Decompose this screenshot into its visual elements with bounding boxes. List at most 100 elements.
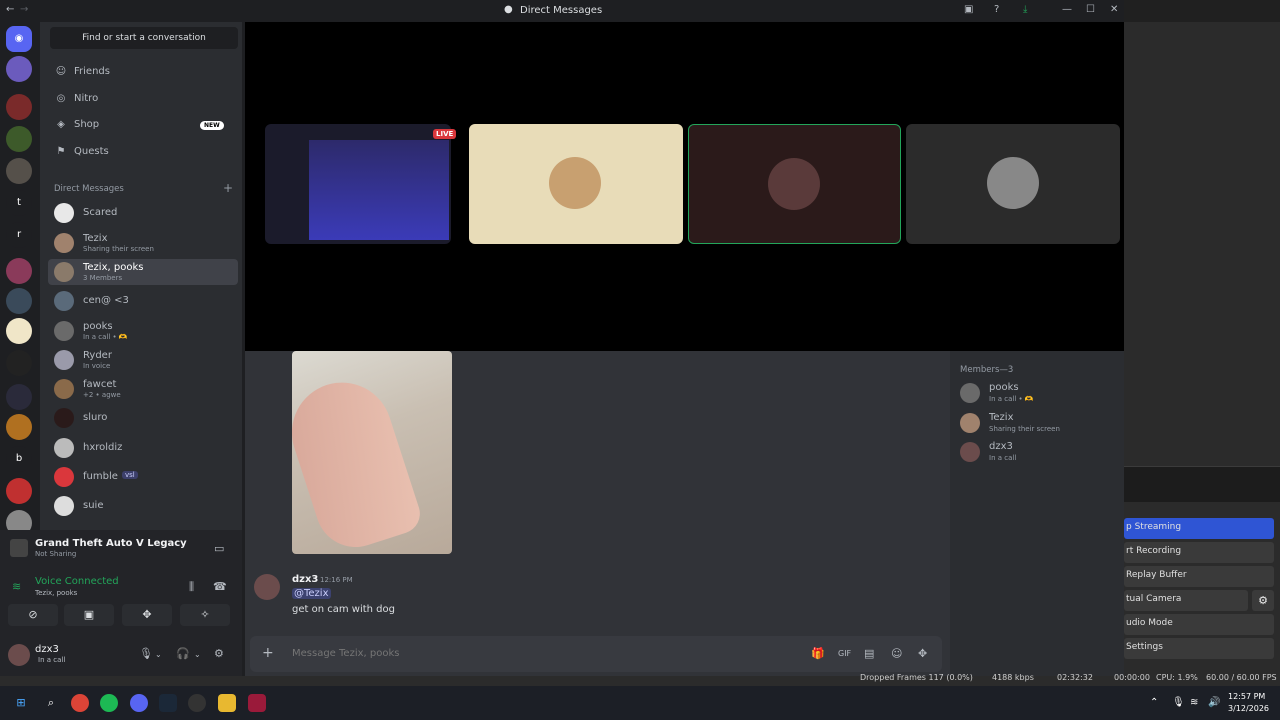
avatar[interactable]: [8, 644, 30, 666]
server-r-icon[interactable]: r: [6, 222, 32, 248]
windows-start-icon[interactable]: ⊞: [12, 694, 30, 712]
volume-icon[interactable]: 🔊: [1208, 697, 1220, 708]
wifi-icon[interactable]: ≋: [1190, 697, 1198, 708]
search-icon[interactable]: ⌕: [42, 694, 60, 712]
activities-button[interactable]: ✥: [122, 604, 172, 626]
dm-item-ryder[interactable]: Ryder In voice: [48, 347, 238, 373]
dm-item-fumble[interactable]: fumble vsl: [48, 464, 238, 490]
dm-item-tezix-pooks[interactable]: Tezix, pooks 3 Members: [48, 259, 238, 285]
disconnect-icon[interactable]: ☎: [213, 580, 227, 593]
forward-icon[interactable]: →: [20, 4, 28, 15]
noise-suppression-icon[interactable]: ⫼: [189, 580, 194, 594]
obs-studio-mode-button[interactable]: udio Mode: [1124, 614, 1274, 635]
dm-item-suie[interactable]: suie: [48, 493, 238, 519]
cpu-usage: CPU: 1.9%: [1156, 673, 1198, 682]
clock-time[interactable]: 12:57 PM: [1228, 692, 1265, 701]
microphone-icon[interactable]: 🎙: [139, 647, 153, 660]
avatar[interactable]: [254, 574, 280, 600]
user-mention[interactable]: @Tezix: [292, 588, 331, 599]
minimize-icon[interactable]: —: [1062, 4, 1072, 15]
steam-icon[interactable]: [159, 694, 177, 712]
share-screen-button[interactable]: ▣: [64, 604, 114, 626]
server-icon[interactable]: [6, 478, 32, 504]
chrome-icon[interactable]: [71, 694, 89, 712]
obs-replay-buffer-button[interactable]: Replay Buffer: [1124, 566, 1274, 587]
dm-item-tezix[interactable]: Tezix Sharing their screen: [48, 230, 238, 256]
nav-shop[interactable]: ◈ Shop: [54, 119, 99, 130]
server-icon[interactable]: [6, 288, 32, 314]
close-icon[interactable]: ✕: [1110, 4, 1118, 15]
file-explorer-icon[interactable]: [218, 694, 236, 712]
dm-name: pooks: [83, 321, 113, 332]
chevron-down-icon[interactable]: ⌄: [155, 650, 162, 659]
discord-home-icon[interactable]: ◉: [6, 26, 32, 52]
help-icon[interactable]: ?: [994, 4, 999, 15]
dm-item-pooks[interactable]: pooks In a call • 🫶: [48, 318, 238, 344]
avatar: [54, 438, 74, 458]
nav-friends[interactable]: ☺ Friends: [54, 66, 110, 77]
obs-taskbar-icon[interactable]: [188, 694, 206, 712]
server-icon[interactable]: [6, 318, 32, 344]
spotify-icon[interactable]: [100, 694, 118, 712]
participant-tile[interactable]: [906, 124, 1120, 244]
chevron-down-icon[interactable]: ⌄: [194, 650, 201, 659]
inbox-icon[interactable]: ▣: [964, 4, 973, 15]
app-icon[interactable]: [248, 694, 266, 712]
server-icon[interactable]: [6, 158, 32, 184]
dm-item-scared[interactable]: Scared: [48, 200, 238, 226]
member-item-tezix[interactable]: Tezix Sharing their screen: [958, 411, 1120, 437]
maximize-icon[interactable]: ☐: [1086, 4, 1095, 15]
nav-nitro[interactable]: ◎ Nitro: [54, 93, 99, 104]
dm-item-hxroldiz[interactable]: hxroldiz: [48, 435, 238, 461]
headphones-icon[interactable]: 🎧: [176, 647, 190, 660]
back-icon[interactable]: ←: [6, 4, 14, 15]
server-icon[interactable]: [6, 384, 32, 410]
obs-stop-streaming-button[interactable]: p Streaming: [1124, 518, 1274, 539]
find-conversation-button[interactable]: Find or start a conversation: [50, 27, 238, 49]
nav-label: Quests: [74, 146, 109, 157]
server-icon[interactable]: [6, 258, 32, 284]
chevron-up-icon[interactable]: ⌃: [1150, 697, 1158, 708]
gear-icon[interactable]: ⚙: [214, 647, 224, 660]
stream-tile[interactable]: [265, 124, 451, 244]
nav-quests[interactable]: ⚑ Quests: [54, 146, 109, 157]
gift-icon[interactable]: 🎁: [811, 647, 825, 660]
microphone-icon[interactable]: 🎙: [1172, 697, 1185, 708]
server-icon[interactable]: [6, 94, 32, 120]
participant-tile[interactable]: [469, 124, 683, 244]
server-t-icon[interactable]: t: [6, 190, 32, 216]
soundboard-button[interactable]: ✧: [180, 604, 230, 626]
server-icon[interactable]: [6, 126, 32, 152]
server-icon[interactable]: [6, 414, 32, 440]
obs-settings-button[interactable]: Settings: [1124, 638, 1274, 659]
obs-virtual-camera-button[interactable]: tual Camera: [1124, 590, 1248, 611]
attach-plus-icon[interactable]: +: [262, 645, 274, 661]
image-attachment[interactable]: [292, 351, 452, 554]
gif-icon[interactable]: GIF: [838, 649, 851, 658]
voice-connected-label[interactable]: Voice Connected: [35, 576, 119, 587]
camera-off-button[interactable]: ⊘: [8, 604, 58, 626]
download-icon[interactable]: ⤓: [1023, 4, 1027, 15]
apps-icon[interactable]: ✥: [918, 647, 927, 660]
message-input[interactable]: [292, 648, 742, 659]
dm-item-sluro[interactable]: sluro: [48, 405, 238, 431]
participant-tile-speaking[interactable]: [688, 124, 901, 244]
message-author[interactable]: dzx3: [292, 574, 318, 585]
server-icon[interactable]: [6, 350, 32, 376]
clock-date[interactable]: 3/12/2026: [1228, 704, 1269, 713]
sticker-icon[interactable]: ▤: [864, 647, 874, 660]
shop-icon: ◈: [57, 119, 65, 130]
server-b-icon[interactable]: b: [6, 446, 32, 472]
discord-taskbar-icon[interactable]: [130, 694, 148, 712]
avatar: [960, 383, 980, 403]
emoji-icon[interactable]: ☺: [891, 647, 902, 660]
share-screen-icon[interactable]: ▭: [214, 542, 224, 555]
server-icon[interactable]: [6, 56, 32, 82]
dm-item-fawcet[interactable]: fawcet +2 • agwe: [48, 376, 238, 402]
create-dm-plus-icon[interactable]: +: [223, 181, 233, 195]
gear-icon[interactable]: ⚙: [1252, 590, 1274, 611]
member-item-pooks[interactable]: pooks In a call • 🫶: [958, 381, 1120, 407]
obs-start-recording-button[interactable]: rt Recording: [1124, 542, 1274, 563]
member-item-dzx3[interactable]: dzx3 In a call: [958, 440, 1120, 466]
dm-item-cen[interactable]: cen@ <3: [48, 288, 238, 314]
